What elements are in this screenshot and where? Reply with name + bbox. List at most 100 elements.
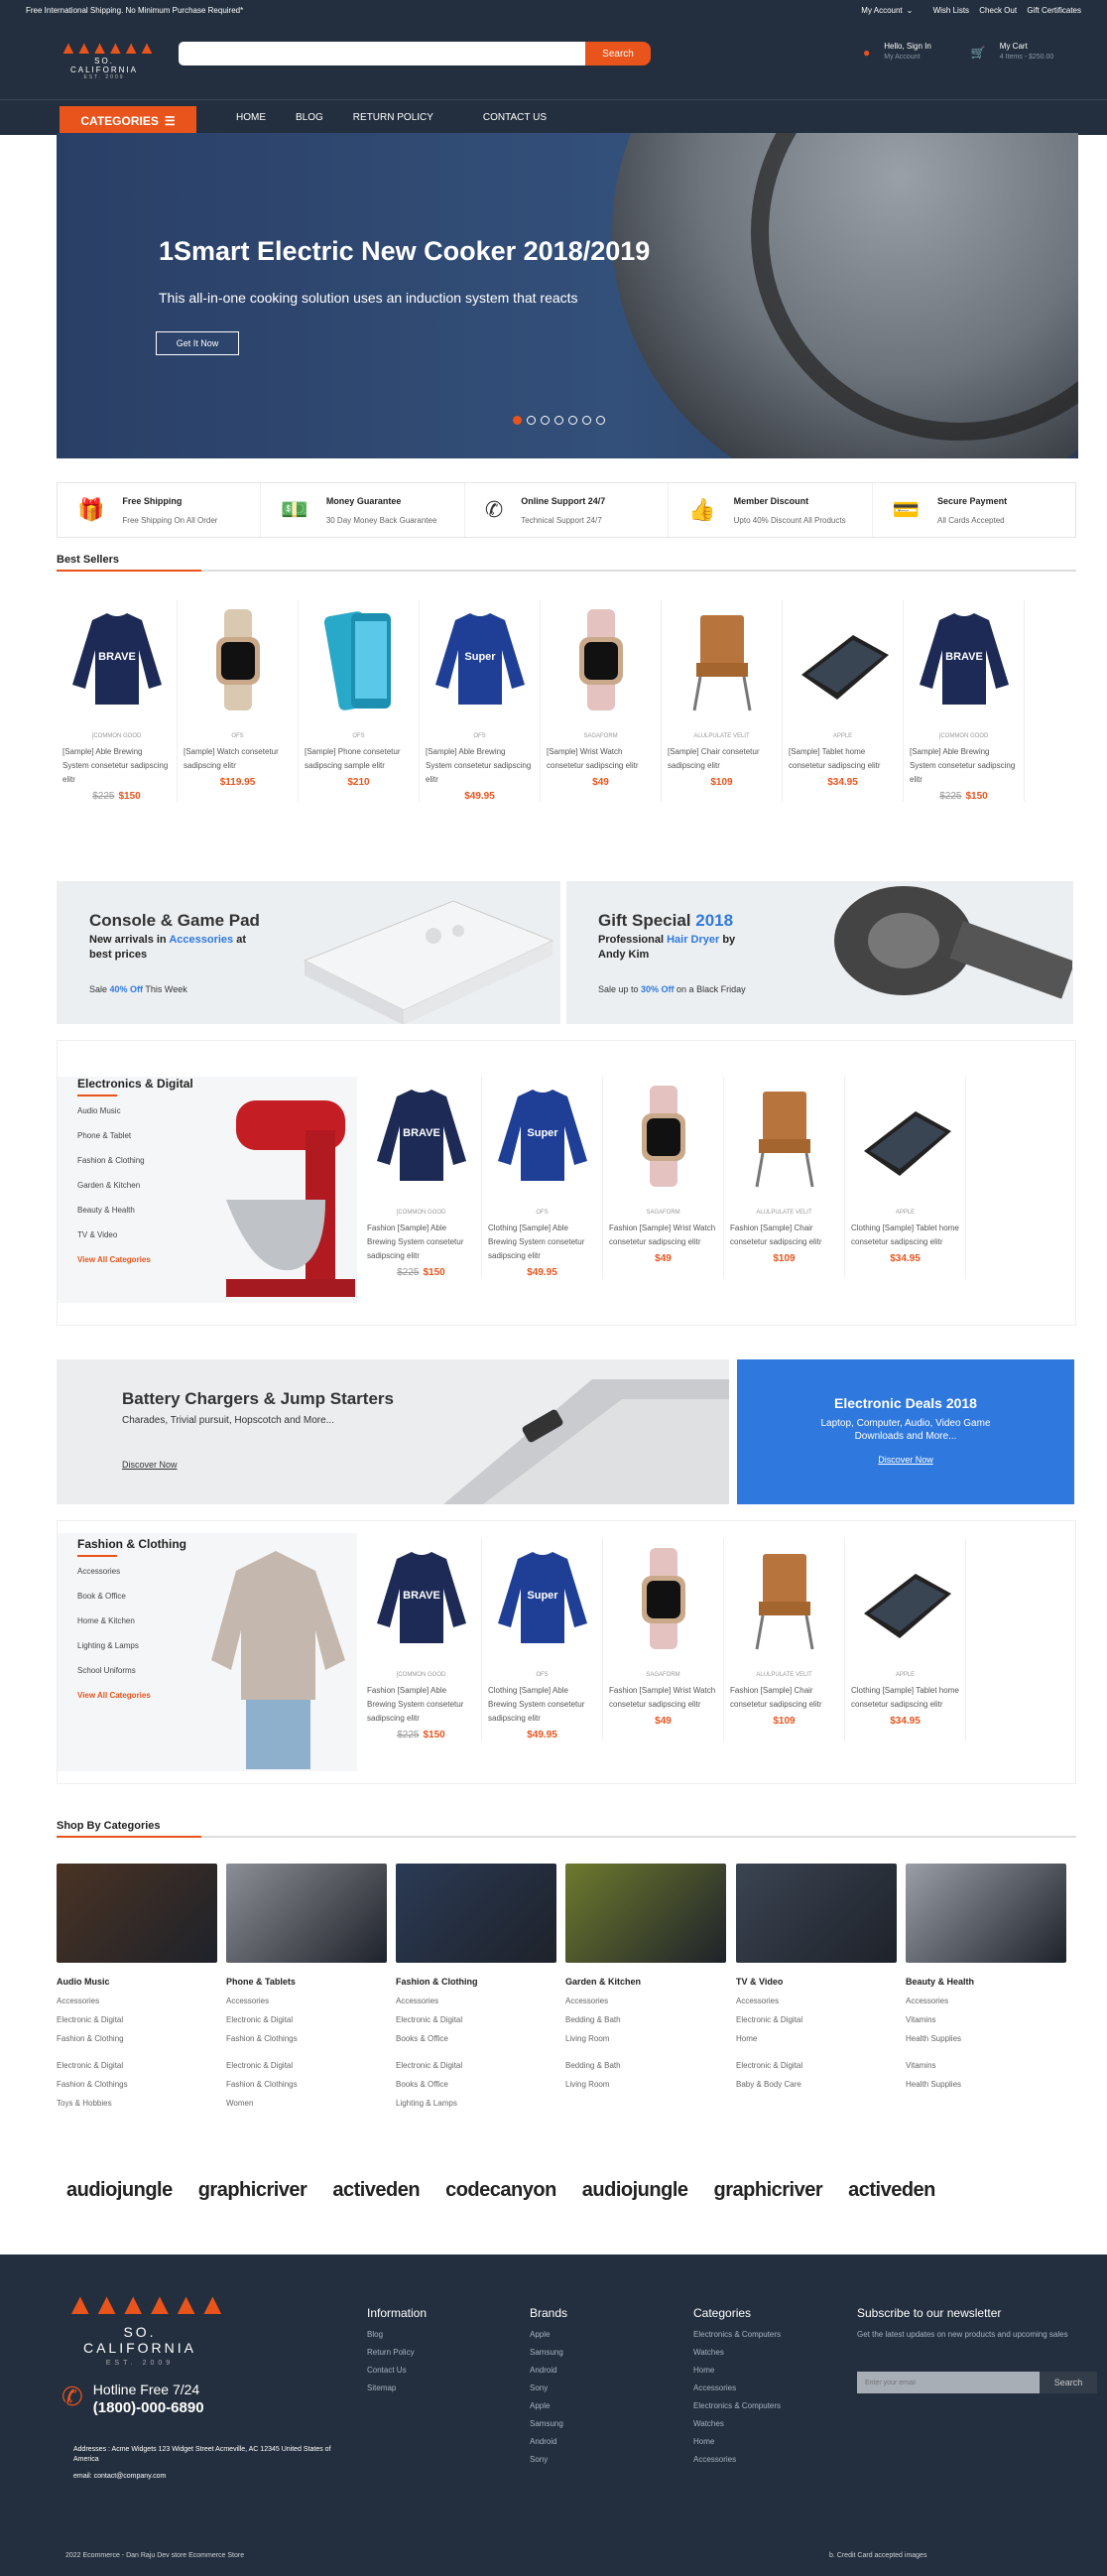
product-image[interactable]: BRAVE xyxy=(367,1539,475,1658)
product-name[interactable]: Clothing [Sample] Tablet home consetetur… xyxy=(851,1222,959,1249)
shopcat-title[interactable]: Fashion & Clothing xyxy=(396,1977,556,1987)
product-name[interactable]: Fashion [Sample] Wrist Watch consetetur … xyxy=(609,1684,717,1712)
footer-link[interactable]: Android xyxy=(530,2437,567,2446)
product-card[interactable]: SAGAFORM Fashion [Sample] Wrist Watch co… xyxy=(603,1077,724,1278)
footer-link[interactable]: Home xyxy=(693,2366,781,2375)
product-card[interactable]: BRAVE [COMMON GOOD Fashion [Sample] Able… xyxy=(361,1077,482,1278)
shopcat-link[interactable]: Accessories xyxy=(226,1996,387,2005)
product-card[interactable]: OFS [Sample] Phone consetetur sadipscing… xyxy=(299,600,420,802)
nav-home[interactable]: HOME xyxy=(236,112,266,123)
hero-button[interactable]: Get It Now xyxy=(156,331,239,355)
product-image[interactable] xyxy=(730,1077,838,1196)
shopcat-link[interactable]: Electronic & Digital xyxy=(736,2015,897,2024)
product-card[interactable]: Super OFS Clothing [Sample] Able Brewing… xyxy=(482,1077,603,1278)
category-link[interactable]: Book & Office xyxy=(77,1592,186,1601)
category-link[interactable]: Phone & Tablet xyxy=(77,1131,193,1140)
slider-dot[interactable] xyxy=(541,416,550,425)
footer-link[interactable]: Accessories xyxy=(693,2455,781,2464)
shopcat-image[interactable] xyxy=(906,1864,1066,1963)
footer-link[interactable]: Sony xyxy=(530,2455,567,2464)
shopcat-link[interactable]: Electronic & Digital xyxy=(226,2061,387,2070)
nav-blog[interactable]: BLOG xyxy=(296,112,323,123)
product-card[interactable]: SAGAFORM Fashion [Sample] Wrist Watch co… xyxy=(603,1539,724,1740)
battery-banner[interactable]: Battery Chargers & Jump Starters Charade… xyxy=(57,1359,729,1504)
shopcat-link[interactable]: Fashion & Clothings xyxy=(226,2034,387,2043)
brand-logo[interactable]: audiojungle xyxy=(66,2179,173,2202)
product-name[interactable]: [Sample] Wrist Watch consetetur sadipsci… xyxy=(547,745,655,773)
footer-link[interactable]: Apple xyxy=(530,2401,567,2410)
footer-link[interactable]: Watches xyxy=(693,2419,781,2428)
footer-logo[interactable]: ▲▲▲▲▲▲ SO. CALIFORNIA EST. 2009 xyxy=(65,2290,227,2368)
footer-link[interactable]: Apple xyxy=(530,2330,567,2339)
product-card[interactable]: BRAVE [COMMON GOOD [Sample] Able Brewing… xyxy=(904,600,1025,802)
shopcat-link[interactable]: Electronic & Digital xyxy=(57,2061,217,2070)
shopcat-link[interactable]: Women xyxy=(226,2099,387,2108)
logo[interactable]: ▲▲▲▲▲▲ SO. CALIFORNIA EST. 2009 xyxy=(60,39,156,80)
promo-console[interactable]: Console & Game Pad New arrivals in Acces… xyxy=(57,881,560,1024)
footer-link[interactable]: Sitemap xyxy=(367,2383,427,2392)
product-card[interactable]: Super OFS Clothing [Sample] Able Brewing… xyxy=(482,1539,603,1740)
category-link[interactable]: School Uniforms xyxy=(77,1666,186,1675)
shopcat-link[interactable]: Electronic & Digital xyxy=(736,2061,897,2070)
product-name[interactable]: [Sample] Able Brewing System consetetur … xyxy=(426,745,534,787)
product-image[interactable]: Super xyxy=(488,1539,596,1658)
shopcat-link[interactable]: Accessories xyxy=(57,1996,217,2005)
brand-logo[interactable]: graphicriver xyxy=(198,2179,308,2202)
product-image[interactable] xyxy=(305,600,413,719)
product-name[interactable]: Fashion [Sample] Chair consetetur sadips… xyxy=(730,1222,838,1249)
shopcat-link[interactable]: Fashion & Clothing xyxy=(57,2034,217,2043)
shopcat-link[interactable]: Baby & Body Care xyxy=(736,2080,897,2089)
footer-link[interactable]: Return Policy xyxy=(367,2348,427,2357)
shopcat-image[interactable] xyxy=(57,1864,217,1963)
shopcat-link[interactable]: Home xyxy=(736,2034,897,2043)
nav-return[interactable]: RETURN POLICY xyxy=(353,112,433,123)
shopcat-link[interactable]: Living Room xyxy=(565,2080,726,2089)
product-name[interactable]: Clothing [Sample] Able Brewing System co… xyxy=(488,1684,596,1726)
product-card[interactable]: BRAVE [COMMON GOOD Fashion [Sample] Able… xyxy=(361,1539,482,1740)
product-name[interactable]: [Sample] Able Brewing System consetetur … xyxy=(62,745,171,787)
product-card[interactable]: ALULPULATE VELIT Fashion [Sample] Chair … xyxy=(724,1077,845,1278)
search-input[interactable] xyxy=(179,42,585,65)
shopcat-image[interactable] xyxy=(736,1864,897,1963)
footer-link[interactable]: Samsung xyxy=(530,2419,567,2428)
product-name[interactable]: Fashion [Sample] Able Brewing System con… xyxy=(367,1684,475,1726)
brand-logo[interactable]: graphicriver xyxy=(714,2179,823,2202)
shopcat-title[interactable]: Beauty & Health xyxy=(906,1977,1066,1987)
slider-dot[interactable] xyxy=(527,416,536,425)
category-link[interactable]: Lighting & Lamps xyxy=(77,1641,186,1650)
product-card[interactable]: APPLE Clothing [Sample] Tablet home cons… xyxy=(845,1539,966,1740)
brand-logo[interactable]: audiojungle xyxy=(582,2179,688,2202)
shopcat-link[interactable]: Bedding & Bath xyxy=(565,2061,726,2070)
category-link[interactable]: Fashion & Clothing xyxy=(77,1156,193,1165)
product-card[interactable]: BRAVE [COMMON GOOD [Sample] Able Brewing… xyxy=(57,600,178,802)
edeals-link[interactable]: Discover Now xyxy=(737,1455,1074,1465)
shopcat-title[interactable]: Audio Music xyxy=(57,1977,217,1987)
shopcat-title[interactable]: Phone & Tablets xyxy=(226,1977,387,1987)
shopcat-link[interactable]: Lighting & Lamps xyxy=(396,2099,556,2108)
newsletter-email-input[interactable] xyxy=(857,2372,1040,2393)
product-card[interactable]: ALULPULATE VELIT [Sample] Chair consetet… xyxy=(662,600,783,802)
shopcat-link[interactable]: Living Room xyxy=(565,2034,726,2043)
slider-dot[interactable] xyxy=(596,416,605,425)
footer-link[interactable]: Home xyxy=(693,2437,781,2446)
category-link[interactable]: Garden & Kitchen xyxy=(77,1181,193,1190)
shopcat-image[interactable] xyxy=(565,1864,726,1963)
product-name[interactable]: [Sample] Able Brewing System consetetur … xyxy=(910,745,1018,787)
category-link[interactable]: Home & Kitchen xyxy=(77,1616,186,1625)
product-name[interactable]: [Sample] Chair consetetur sadipscing eli… xyxy=(668,745,776,773)
my-account-link[interactable]: My Account xyxy=(861,6,902,15)
footer-link[interactable]: Samsung xyxy=(530,2348,567,2357)
shopcat-link[interactable]: Books & Office xyxy=(396,2080,556,2089)
footer-link[interactable]: Blog xyxy=(367,2330,427,2339)
product-card[interactable]: APPLE [Sample] Tablet home consetetur sa… xyxy=(783,600,904,802)
footer-link[interactable]: Electronics & Computers xyxy=(693,2401,781,2410)
cart-block[interactable]: 🛒 My Cart 4 Items - $250.00 xyxy=(971,42,1053,61)
shopcat-link[interactable]: Accessories xyxy=(396,1996,556,2005)
product-image[interactable] xyxy=(547,600,655,719)
product-card[interactable]: Super OFS [Sample] Able Brewing System c… xyxy=(420,600,541,802)
product-card[interactable]: ALULPULATE VELIT Fashion [Sample] Chair … xyxy=(724,1539,845,1740)
footer-link[interactable]: Android xyxy=(530,2366,567,2375)
category-link[interactable]: Audio Music xyxy=(77,1106,193,1115)
footer-link[interactable]: Sony xyxy=(530,2383,567,2392)
product-name[interactable]: Clothing [Sample] Able Brewing System co… xyxy=(488,1222,596,1263)
